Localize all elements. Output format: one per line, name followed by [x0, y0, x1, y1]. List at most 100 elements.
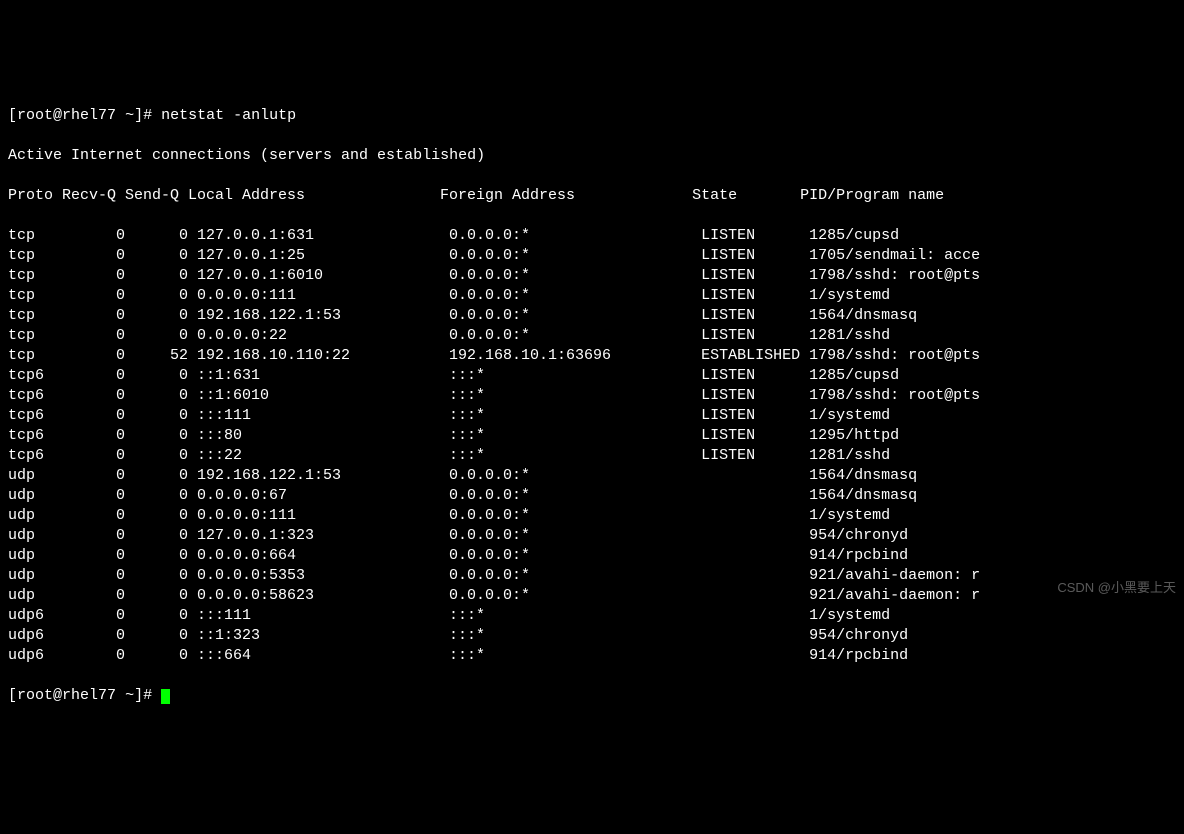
cell-proto: udp [8, 526, 62, 546]
cell-proto: tcp [8, 226, 62, 246]
cell-local: :::664 [197, 646, 449, 666]
cell-state [701, 626, 809, 646]
cell-proto: udp6 [8, 646, 62, 666]
cell-pid: 1/systemd [809, 506, 1176, 526]
cursor-icon [161, 689, 170, 704]
cell-pid: 1281/sshd [809, 326, 1176, 346]
cell-state [701, 486, 809, 506]
cell-foreign: :::* [449, 406, 701, 426]
cell-sendq: 0 [134, 366, 197, 386]
cell-sendq: 0 [134, 646, 197, 666]
cell-proto: udp [8, 546, 62, 566]
cell-recvq: 0 [62, 606, 134, 626]
bracket-close: ]# [134, 107, 152, 124]
cell-local: 127.0.0.1:25 [197, 246, 449, 266]
cell-proto: tcp [8, 266, 62, 286]
cell-sendq: 0 [134, 306, 197, 326]
cell-recvq: 0 [62, 286, 134, 306]
cell-foreign: 0.0.0.0:* [449, 306, 701, 326]
table-row: udp00127.0.0.1:3230.0.0.0:*954/chronyd [8, 526, 1176, 546]
cell-sendq: 0 [134, 486, 197, 506]
cell-state [701, 546, 809, 566]
cell-recvq: 0 [62, 366, 134, 386]
cell-local: 0.0.0.0:22 [197, 326, 449, 346]
cell-state: LISTEN [701, 286, 809, 306]
col-recvq: Recv-Q [62, 186, 125, 206]
cell-state [701, 506, 809, 526]
cell-proto: tcp6 [8, 426, 62, 446]
cell-local: 192.168.122.1:53 [197, 306, 449, 326]
cell-sendq: 0 [134, 626, 197, 646]
cell-foreign: :::* [449, 646, 701, 666]
table-row: udp000.0.0.0:53530.0.0.0:*921/avahi-daem… [8, 566, 1176, 586]
cell-pid: 1/systemd [809, 406, 1176, 426]
cell-pid: 1564/dnsmasq [809, 466, 1176, 486]
terminal[interactable]: [root@rhel77 ~]# netstat -anlutp Active … [0, 80, 1184, 734]
cell-recvq: 0 [62, 326, 134, 346]
cell-local: :::111 [197, 606, 449, 626]
cell-sendq: 0 [134, 446, 197, 466]
cell-proto: tcp6 [8, 406, 62, 426]
command-text: netstat -anlutp [152, 107, 296, 124]
table-row: udp600:::664:::*914/rpcbind [8, 646, 1176, 666]
cell-local: :::111 [197, 406, 449, 426]
cell-pid: 1798/sshd: root@pts [809, 386, 1176, 406]
cell-state: LISTEN [701, 306, 809, 326]
col-local: Local Address [188, 186, 440, 206]
cell-state: LISTEN [701, 406, 809, 426]
cell-sendq: 0 [134, 466, 197, 486]
cell-sendq: 0 [134, 546, 197, 566]
cell-foreign: :::* [449, 446, 701, 466]
cell-foreign: :::* [449, 366, 701, 386]
cell-state: LISTEN [701, 226, 809, 246]
cell-pid: 954/chronyd [809, 526, 1176, 546]
table-row: tcp600::1:631:::*LISTEN1285/cupsd [8, 366, 1176, 386]
cell-foreign: 0.0.0.0:* [449, 286, 701, 306]
cell-sendq: 0 [134, 406, 197, 426]
cell-proto: tcp6 [8, 366, 62, 386]
cell-pid: 1564/dnsmasq [809, 306, 1176, 326]
cell-recvq: 0 [62, 346, 134, 366]
cell-proto: tcp [8, 246, 62, 266]
table-row: tcp600:::80:::*LISTEN1295/httpd [8, 426, 1176, 446]
cell-recvq: 0 [62, 226, 134, 246]
table-row: tcp00127.0.0.1:6310.0.0.0:*LISTEN1285/cu… [8, 226, 1176, 246]
cell-recvq: 0 [62, 546, 134, 566]
cell-foreign: 0.0.0.0:* [449, 266, 701, 286]
cell-sendq: 0 [134, 426, 197, 446]
cell-foreign: 0.0.0.0:* [449, 566, 701, 586]
table-row: udp000.0.0.0:670.0.0.0:*1564/dnsmasq [8, 486, 1176, 506]
cell-pid: 1285/cupsd [809, 366, 1176, 386]
watermark-text: CSDN @小黑要上天 [1057, 578, 1176, 598]
cell-proto: tcp6 [8, 446, 62, 466]
cell-pid: 914/rpcbind [809, 646, 1176, 666]
cell-recvq: 0 [62, 446, 134, 466]
prompt-host: rhel77 [62, 687, 116, 704]
cell-recvq: 0 [62, 586, 134, 606]
cell-foreign: 0.0.0.0:* [449, 526, 701, 546]
cell-pid: 1705/sendmail: acce [809, 246, 1176, 266]
cell-pid: 914/rpcbind [809, 546, 1176, 566]
cell-local: 0.0.0.0:67 [197, 486, 449, 506]
prompt-host: rhel77 [62, 107, 116, 124]
table-row: udp600:::111:::*1/systemd [8, 606, 1176, 626]
prompt-at: @ [53, 687, 62, 704]
cell-foreign: 192.168.10.1:63696 [449, 346, 701, 366]
table-row: udp00192.168.122.1:530.0.0.0:*1564/dnsma… [8, 466, 1176, 486]
cell-local: 127.0.0.1:631 [197, 226, 449, 246]
cell-sendq: 0 [134, 226, 197, 246]
cell-proto: tcp [8, 306, 62, 326]
cell-local: 192.168.10.110:22 [197, 346, 449, 366]
cell-state: LISTEN [701, 246, 809, 266]
cell-sendq: 0 [134, 286, 197, 306]
cell-state: LISTEN [701, 426, 809, 446]
cell-sendq: 0 [134, 326, 197, 346]
cell-foreign: 0.0.0.0:* [449, 246, 701, 266]
cell-pid: 1798/sshd: root@pts [809, 346, 1176, 366]
bracket-open: [ [8, 107, 17, 124]
cell-recvq: 0 [62, 266, 134, 286]
table-row: tcp00192.168.122.1:530.0.0.0:*LISTEN1564… [8, 306, 1176, 326]
table-row: tcp000.0.0.0:220.0.0.0:*LISTEN1281/sshd [8, 326, 1176, 346]
prompt-line-2[interactable]: [root@rhel77 ~]# [8, 686, 1176, 706]
cell-pid: 1/systemd [809, 286, 1176, 306]
